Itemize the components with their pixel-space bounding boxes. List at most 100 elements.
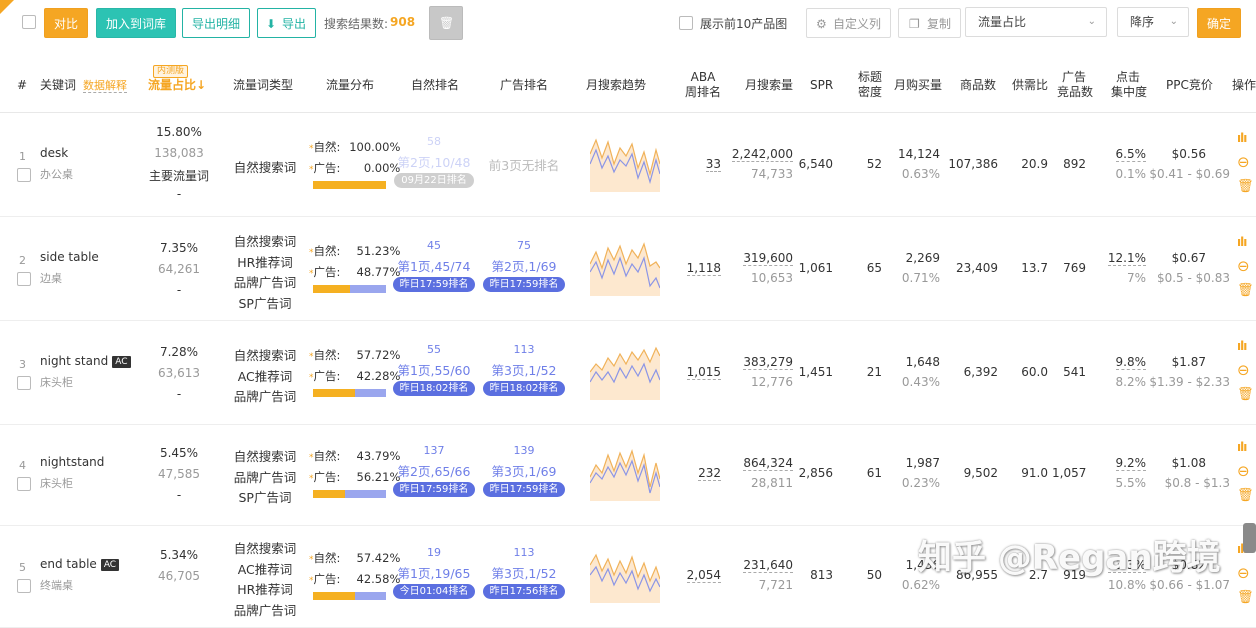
col-ad-product-count[interactable]: 广告 竞品数 [1057, 70, 1093, 100]
trend-area [590, 140, 660, 192]
more-icon[interactable]: ⊖ [1237, 564, 1250, 582]
keyword-link[interactable]: night stand AC [40, 354, 131, 368]
export-detail-button[interactable]: 导出明细 [182, 8, 251, 38]
ad-rank-number[interactable]: 75 [481, 239, 567, 252]
col-supply-ratio[interactable]: 供需比 [1012, 78, 1048, 93]
natural-rank-page[interactable]: 第1页,45/74 [392, 256, 476, 275]
keyword-link[interactable]: end table AC [40, 557, 120, 571]
show-top10-checkbox[interactable] [679, 16, 693, 30]
delete-icon[interactable]: 🗑 [1237, 387, 1254, 402]
more-icon[interactable]: ⊖ [1237, 462, 1250, 480]
natural-rank-page[interactable]: 第1页,19/65 [392, 563, 476, 582]
col-ad-rank[interactable]: 广告排名 [500, 78, 548, 93]
supply-ratio: 13.7 [1021, 261, 1048, 275]
dist-ad: *广告: 56.21% [309, 470, 401, 484]
traffic-type-tag: 自然搜索词 [233, 541, 297, 556]
bar-chart-icon[interactable]: ılı [1237, 440, 1247, 454]
col-spr[interactable]: SPR [810, 78, 833, 93]
monthly-search-sub: 12,776 [751, 375, 793, 389]
col-aba-rank[interactable]: ABA 周排名 [684, 70, 722, 100]
col-product-count[interactable]: 商品数 [960, 78, 996, 93]
more-icon[interactable]: ⊖ [1237, 153, 1250, 171]
col-monthly-search[interactable]: 月搜索量 [745, 78, 793, 93]
keyword-link[interactable]: side table [40, 250, 99, 264]
bar-chart-icon[interactable]: ılı [1237, 339, 1247, 353]
col-traffic-type[interactable]: 流量词类型 [233, 78, 293, 93]
natural-rank-number[interactable]: 19 [392, 546, 476, 559]
col-click-concentration[interactable]: 点击 集中度 [1111, 70, 1147, 100]
bar-chart-icon[interactable]: ılı [1237, 131, 1247, 145]
natural-rank-page[interactable]: 第2页,65/66 [392, 461, 476, 480]
keyword-link[interactable]: desk [40, 146, 68, 160]
monthly-trend-chart[interactable] [590, 545, 660, 603]
row-checkbox[interactable] [17, 376, 31, 390]
col-ppc[interactable]: PPC竞价 [1166, 78, 1213, 93]
monthly-trend-chart[interactable] [590, 443, 660, 501]
data-explain-link[interactable]: 数据解释 [83, 78, 127, 93]
col-monthly-trend[interactable]: 月搜索趋势 [586, 78, 646, 93]
row-checkbox[interactable] [17, 168, 31, 182]
ppc-bid: $0.56 [1171, 147, 1206, 161]
more-icon[interactable]: ⊖ [1237, 257, 1250, 275]
more-icon[interactable]: ⊖ [1237, 361, 1250, 379]
delete-icon[interactable]: 🗑 [1237, 283, 1254, 298]
ad-rank-page[interactable]: 第2页,1/69 [481, 256, 567, 275]
custom-columns-button[interactable]: ⚙ 自定义列 [806, 8, 892, 38]
product-count: 6,392 [963, 365, 998, 379]
delete-icon[interactable]: 🗑 [1237, 590, 1254, 605]
keyword-text: night stand [40, 354, 109, 368]
col-natural-rank[interactable]: 自然排名 [411, 78, 459, 93]
natural-rank-number[interactable]: 137 [392, 444, 476, 457]
natural-rank-number[interactable]: 45 [392, 239, 476, 252]
col-traffic-share[interactable]: 流量占比↓ [148, 78, 206, 93]
row-checkbox[interactable] [17, 477, 31, 491]
export-button[interactable]: ⬇ 导出 [257, 8, 317, 38]
scrollbar[interactable] [1243, 523, 1256, 553]
col-keyword[interactable]: 关键词 [40, 78, 76, 93]
keyword-link[interactable]: nightstand [40, 455, 104, 469]
monthly-trend-chart[interactable] [590, 134, 660, 192]
delete-icon[interactable]: 🗑 [1237, 488, 1254, 503]
monthly-buy: 14,124 [898, 147, 940, 161]
monthly-search: 231,640 [743, 558, 793, 573]
ppc-range: $0.8 - $1.3 [1164, 476, 1230, 490]
select-all-checkbox[interactable] [22, 15, 36, 29]
sort-order-select[interactable]: 降序 ⌄ [1117, 7, 1189, 37]
monthly-trend-chart[interactable] [590, 238, 660, 296]
dist-natural: *自然: 57.42% [309, 551, 401, 565]
table-row: 4 nightstand 床头柜 5.45% 47,585 - 自然搜索词 品牌广告词 SP广告… [0, 422, 1256, 526]
sort-order-value: 降序 [1130, 15, 1155, 29]
ad-rank-number[interactable]: 139 [481, 444, 567, 457]
traffic-dash: - [176, 488, 182, 502]
aba-rank: 2,054 [686, 568, 721, 583]
spr-value: 813 [810, 568, 833, 582]
traffic-share-count: 64,261 [158, 262, 200, 276]
ad-rank-number[interactable]: 113 [481, 546, 567, 559]
natural-rank-page[interactable]: 第1页,55/60 [392, 360, 476, 379]
natural-rank-number[interactable]: 58 [392, 135, 476, 148]
monthly-buy-pct: 0.43% [901, 375, 940, 389]
ppc-bid: $1.08 [1171, 456, 1206, 470]
ad-rank-page[interactable]: 第3页,1/69 [481, 461, 567, 480]
row-checkbox[interactable] [17, 579, 31, 593]
add-to-lib-button[interactable]: 加入到词库 [96, 8, 177, 38]
bar-chart-icon[interactable]: ılı [1237, 235, 1247, 249]
row-checkbox[interactable] [17, 272, 31, 286]
sort-field-select[interactable]: 流量占比 ⌄ [965, 7, 1107, 37]
confirm-button[interactable]: 确定 [1197, 8, 1242, 38]
col-title-density[interactable]: 标题 密度 [857, 70, 883, 100]
monthly-trend-chart[interactable] [590, 342, 660, 400]
ad-rank-page[interactable]: 第3页,1/52 [481, 360, 567, 379]
ad-rank-number[interactable]: 113 [481, 343, 567, 356]
delete-icon[interactable]: 🗑 [1237, 179, 1254, 194]
trash-button[interactable]: 🗑 [429, 6, 463, 40]
compare-button[interactable]: 对比 [44, 8, 89, 38]
col-traffic-dist[interactable]: 流量分布 [326, 78, 374, 93]
copy-button[interactable]: ❐ 复制 [898, 8, 962, 38]
natural-rank-page[interactable]: 第2页,10/48 [392, 152, 476, 171]
ad-rank-page[interactable]: 第3页,1/52 [481, 563, 567, 582]
natural-rank-number[interactable]: 55 [392, 343, 476, 356]
copy-label: 复制 [927, 17, 952, 31]
dist-bar-ad [313, 181, 386, 189]
col-monthly-buy[interactable]: 月购买量 [894, 78, 942, 93]
